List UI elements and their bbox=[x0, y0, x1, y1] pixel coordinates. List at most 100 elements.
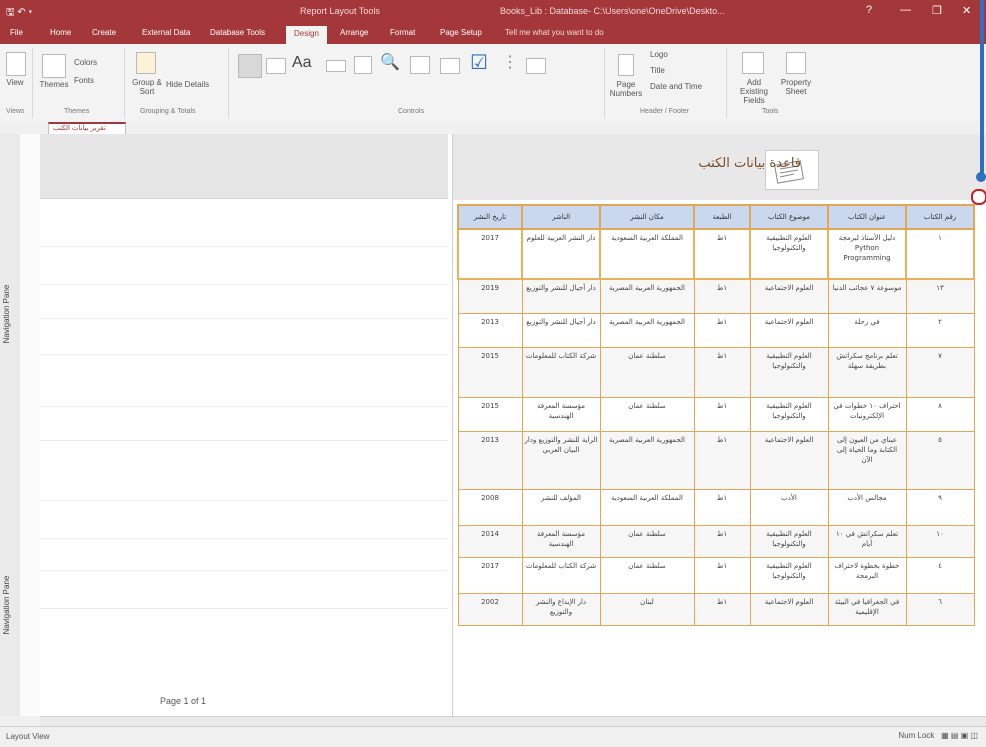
checkbox-control-icon[interactable]: ☑ bbox=[470, 50, 488, 75]
themes-button[interactable]: Themes bbox=[38, 80, 70, 89]
table-cell[interactable]: ٩ bbox=[905, 488, 975, 526]
close-button[interactable]: ✕ bbox=[962, 4, 971, 17]
column-header[interactable]: الناشر bbox=[521, 204, 601, 230]
table-row[interactable]: ٦ في الجغرافيا في البيئة الإقليمية العلو… bbox=[457, 592, 975, 626]
table-cell[interactable]: مؤسسة المعرفة الهندسية bbox=[521, 524, 601, 558]
table-cell[interactable]: الجمهورية العربية المصرية bbox=[599, 430, 695, 490]
table-row[interactable]: ١ دليل الأستاذ لبرمجة Python Programming… bbox=[457, 228, 975, 280]
table-cell[interactable]: تعلم سكراتش في ١٠ أيام bbox=[827, 524, 907, 558]
colors-button[interactable]: Colors bbox=[74, 58, 97, 67]
table-cell[interactable]: ٦ bbox=[905, 592, 975, 626]
more-controls-icon[interactable]: ⋮ bbox=[502, 52, 518, 72]
table-cell[interactable]: عيناي من العيون إلى الكتابة وما الحياة إ… bbox=[827, 430, 907, 490]
tab-control-icon[interactable] bbox=[354, 56, 372, 74]
table-cell[interactable]: ١ط bbox=[693, 556, 751, 594]
date-time-button[interactable]: Date and Time bbox=[650, 82, 702, 91]
table-cell[interactable]: العلوم الاجتماعية bbox=[749, 592, 829, 626]
resize-handle-ring[interactable] bbox=[971, 189, 986, 205]
column-header[interactable]: موضوع الكتاب bbox=[749, 204, 829, 230]
vertical-scrollbar[interactable] bbox=[980, 0, 984, 176]
group-sort-icon[interactable] bbox=[136, 52, 156, 74]
label-control-icon[interactable]: Aa bbox=[292, 54, 312, 72]
add-existing-fields-button[interactable]: Add Existing Fields bbox=[732, 78, 776, 105]
hide-details-button[interactable]: Hide Details bbox=[166, 80, 209, 89]
table-cell[interactable]: ١ط bbox=[693, 312, 751, 348]
minimize-button[interactable]: — bbox=[900, 4, 911, 16]
table-row[interactable]: ٧ تعلم برنامج سكراتش بطريقة سهلة العلوم … bbox=[457, 346, 975, 398]
logo-button[interactable]: Logo bbox=[650, 50, 668, 59]
table-row[interactable]: ١٣ موسوعة ٧ عجائب الدنيا العلوم الاجتماع… bbox=[457, 278, 975, 314]
table-cell[interactable]: في الجغرافيا في البيئة الإقليمية bbox=[827, 592, 907, 626]
table-cell[interactable]: ١ط bbox=[693, 430, 751, 490]
tab-page-setup[interactable]: Page Setup bbox=[440, 28, 482, 37]
table-cell[interactable]: 2008 bbox=[457, 488, 523, 526]
quick-access-toolbar[interactable]: 🖫 ↶ ▾ bbox=[6, 5, 32, 22]
button-control-icon[interactable] bbox=[326, 60, 346, 72]
table-cell[interactable]: العلوم التطبيقية والتكنولوجيا bbox=[749, 228, 829, 280]
table-cell[interactable]: 2014 bbox=[457, 524, 523, 558]
table-cell[interactable]: ١ط bbox=[693, 396, 751, 432]
table-cell[interactable]: دار أجيال للنشر والتوزيع bbox=[521, 278, 601, 314]
themes-icon[interactable] bbox=[42, 54, 66, 78]
tab-database-tools[interactable]: Database Tools bbox=[210, 28, 265, 37]
table-cell[interactable]: ٤ bbox=[905, 556, 975, 594]
maximize-button[interactable]: ❐ bbox=[932, 4, 942, 17]
table-cell[interactable]: 2015 bbox=[457, 396, 523, 432]
table-cell[interactable]: العلوم التطبيقية والتكنولوجيا bbox=[749, 556, 829, 594]
tab-external-data[interactable]: External Data bbox=[142, 28, 190, 37]
hyperlink-control-icon[interactable]: 🔍 bbox=[380, 52, 400, 72]
column-header[interactable]: عنوان الكتاب bbox=[827, 204, 907, 230]
table-cell[interactable]: شركة الكتاب للمعلومات bbox=[521, 556, 601, 594]
table-cell[interactable]: مؤسسة المعرفة الهندسية bbox=[521, 396, 601, 432]
page-numbers-icon[interactable] bbox=[618, 54, 634, 76]
title-button[interactable]: Title bbox=[650, 66, 665, 75]
table-cell[interactable]: ١ط bbox=[693, 228, 751, 280]
help-icon[interactable]: ? bbox=[866, 4, 872, 16]
table-cell[interactable]: سلطنة عمان bbox=[599, 524, 695, 558]
image-control-icon[interactable] bbox=[410, 56, 430, 74]
table-cell[interactable]: المملكة العربية السعودية bbox=[599, 228, 695, 280]
tab-design[interactable]: Design bbox=[286, 26, 327, 45]
fonts-button[interactable]: Fonts bbox=[74, 76, 94, 85]
insert-image-icon[interactable] bbox=[526, 58, 546, 74]
table-cell[interactable]: العلوم التطبيقية والتكنولوجيا bbox=[749, 396, 829, 432]
navigation-pane-upper[interactable]: Navigation Pane bbox=[0, 134, 21, 494]
table-row[interactable]: ٥ عيناي من العيون إلى الكتابة وما الحياة… bbox=[457, 430, 975, 490]
table-cell[interactable]: العلوم الاجتماعية bbox=[749, 312, 829, 348]
table-cell[interactable]: سلطنة عمان bbox=[599, 396, 695, 432]
table-cell[interactable]: الراية للنشر والتوزيع ودار البيان العربي bbox=[521, 430, 601, 490]
table-cell[interactable]: مجالس الأدب bbox=[827, 488, 907, 526]
table-cell[interactable]: ١ط bbox=[693, 592, 751, 626]
property-sheet-button[interactable]: Property Sheet bbox=[778, 78, 814, 96]
table-cell[interactable]: المملكة العربية السعودية bbox=[599, 488, 695, 526]
tab-create[interactable]: Create bbox=[92, 28, 116, 37]
textbox-control-icon[interactable] bbox=[266, 58, 286, 74]
combo-control-icon[interactable] bbox=[440, 58, 460, 74]
table-cell[interactable]: دار أجيال للنشر والتوزيع bbox=[521, 312, 601, 348]
table-cell[interactable]: في رحلة bbox=[827, 312, 907, 348]
page-numbers-button[interactable]: Page Numbers bbox=[606, 80, 646, 98]
table-cell[interactable]: العلوم التطبيقية والتكنولوجيا bbox=[749, 524, 829, 558]
table-cell[interactable]: ١ bbox=[905, 228, 975, 280]
tab-arrange[interactable]: Arrange bbox=[340, 28, 368, 37]
table-cell[interactable]: دار الإبداع والنشر والتوزيع bbox=[521, 592, 601, 626]
table-row[interactable]: ٩ مجالس الأدب الأدب ١ط المملكة العربية ا… bbox=[457, 488, 975, 526]
table-cell[interactable]: سلطنة عمان bbox=[599, 346, 695, 398]
table-cell[interactable]: الجمهورية العربية المصرية bbox=[599, 312, 695, 348]
table-cell[interactable]: ١ط bbox=[693, 524, 751, 558]
table-cell[interactable]: 2013 bbox=[457, 312, 523, 348]
table-cell[interactable]: العلوم الاجتماعية bbox=[749, 278, 829, 314]
table-cell[interactable]: ٥ bbox=[905, 430, 975, 490]
table-cell[interactable]: المؤلف للنشر bbox=[521, 488, 601, 526]
table-cell[interactable]: ١ط bbox=[693, 346, 751, 398]
column-header[interactable]: الطبعة bbox=[693, 204, 751, 230]
tab-format[interactable]: Format bbox=[390, 28, 415, 37]
table-row[interactable]: ١٠ تعلم سكراتش في ١٠ أيام العلوم التطبيق… bbox=[457, 524, 975, 558]
table-cell[interactable]: العلوم التطبيقية والتكنولوجيا bbox=[749, 346, 829, 398]
table-cell[interactable]: موسوعة ٧ عجائب الدنيا bbox=[827, 278, 907, 314]
page-number-footer[interactable]: Page 1 of 1 bbox=[160, 696, 206, 706]
column-header[interactable]: مكان النشر bbox=[599, 204, 695, 230]
view-switcher-icons[interactable]: ▦ ▤ ▣ ◫ bbox=[937, 731, 978, 740]
table-cell[interactable]: لبنان bbox=[599, 592, 695, 626]
table-cell[interactable]: 2002 bbox=[457, 592, 523, 626]
